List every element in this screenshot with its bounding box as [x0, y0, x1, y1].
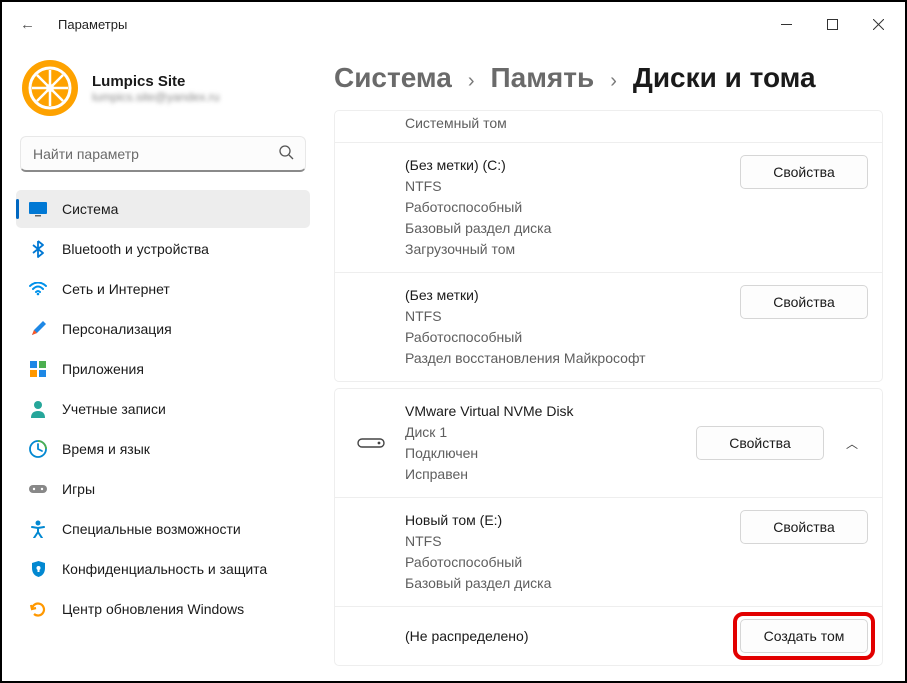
crumb-disks: Диски и тома	[633, 62, 816, 94]
profile-email: lumpics.site@yandex.ru	[92, 90, 220, 104]
volume-recovery: (Без метки) NTFS Работоспособный Раздел …	[335, 273, 882, 381]
titlebar: ← Параметры	[2, 2, 905, 46]
back-icon[interactable]: ←	[20, 16, 40, 33]
shield-icon	[28, 559, 48, 579]
create-volume-button[interactable]: Создать том	[740, 619, 868, 653]
avatar	[22, 60, 78, 116]
nav-time[interactable]: Время и язык	[16, 430, 310, 468]
get-help-link[interactable]: Получить помощь	[334, 672, 883, 681]
nav-privacy[interactable]: Конфиденциальность и защита	[16, 550, 310, 588]
bluetooth-icon	[28, 239, 48, 259]
person-icon	[28, 399, 48, 419]
properties-button[interactable]: Свойства	[740, 155, 868, 189]
nav-bluetooth[interactable]: Bluetooth и устройства	[16, 230, 310, 268]
profile[interactable]: Lumpics Site lumpics.site@yandex.ru	[16, 54, 310, 132]
nav-network[interactable]: Сеть и Интернет	[16, 270, 310, 308]
nav: Система Bluetooth и устройства Сеть и Ин…	[16, 190, 310, 628]
chevron-right-icon: ›	[610, 70, 617, 93]
chevron-up-icon[interactable]: ︿	[836, 435, 868, 452]
nav-personalization[interactable]: Персонализация	[16, 310, 310, 348]
gamepad-icon	[28, 479, 48, 499]
update-icon	[28, 599, 48, 619]
nav-accessibility[interactable]: Специальные возможности	[16, 510, 310, 548]
clock-icon	[28, 439, 48, 459]
crumb-system[interactable]: Система	[334, 62, 452, 94]
nav-apps[interactable]: Приложения	[16, 350, 310, 388]
search-input[interactable]	[20, 136, 306, 172]
highlight-box: Создать том	[733, 612, 875, 660]
window-title: Параметры	[58, 17, 127, 32]
brush-icon	[28, 319, 48, 339]
wifi-icon	[28, 279, 48, 299]
minimize-button[interactable]	[763, 2, 809, 46]
volume-e: Новый том (E:) NTFS Работоспособный Базо…	[335, 498, 882, 607]
crumb-storage[interactable]: Память	[491, 62, 595, 94]
properties-button[interactable]: Свойства	[740, 285, 868, 319]
volume-c: (Без метки) (C:) NTFS Работоспособный Ба…	[335, 143, 882, 273]
profile-name: Lumpics Site	[92, 73, 220, 90]
nav-accounts[interactable]: Учетные записи	[16, 390, 310, 428]
nav-update[interactable]: Центр обновления Windows	[16, 590, 310, 628]
volume-unallocated: (Не распределено) Создать том	[335, 607, 882, 665]
chevron-right-icon: ›	[468, 70, 475, 93]
main-content: Система › Память › Диски и тома Системны…	[322, 46, 905, 681]
sidebar: Lumpics Site lumpics.site@yandex.ru Сист…	[2, 46, 322, 681]
nav-system[interactable]: Система	[16, 190, 310, 228]
disk1-header[interactable]: VMware Virtual NVMe Disk Диск 1 Подключе…	[335, 389, 882, 498]
nav-gaming[interactable]: Игры	[16, 470, 310, 508]
volume-system: Системный том	[335, 111, 882, 143]
search-icon	[279, 145, 294, 163]
properties-button[interactable]: Свойства	[740, 510, 868, 544]
properties-button[interactable]: Свойства	[696, 426, 824, 460]
close-button[interactable]	[855, 2, 901, 46]
breadcrumb: Система › Память › Диски и тома	[334, 62, 883, 94]
accessibility-icon	[28, 519, 48, 539]
maximize-button[interactable]	[809, 2, 855, 46]
display-icon	[28, 199, 48, 219]
disk1-section: VMware Virtual NVMe Disk Диск 1 Подключе…	[334, 388, 883, 666]
apps-icon	[28, 359, 48, 379]
disk0-section: Системный том (Без метки) (C:) NTFS Рабо…	[334, 110, 883, 382]
disk-icon	[349, 436, 393, 450]
